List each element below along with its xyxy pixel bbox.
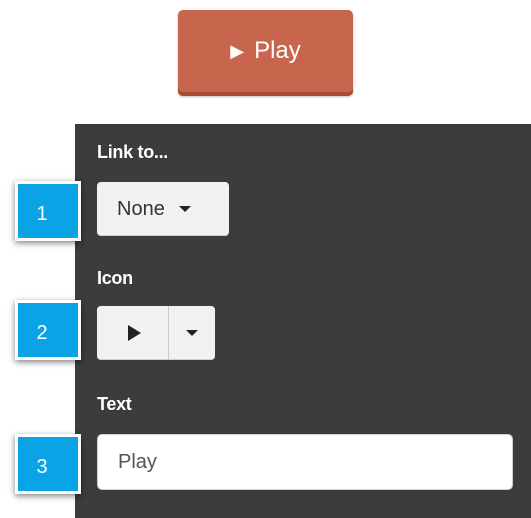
button-text-input[interactable] [97, 434, 513, 490]
chevron-down-icon [178, 206, 191, 212]
icon-picker-toggle[interactable] [169, 306, 215, 360]
callout-badge-3: 3 [15, 434, 81, 494]
preview-button-label: Play [254, 37, 301, 64]
icon-label: Icon [97, 268, 133, 288]
callout-badge-2: 2 [15, 300, 81, 360]
play-icon [128, 325, 141, 341]
link-to-dropdown[interactable]: None [97, 182, 229, 236]
link-to-selected: None [117, 197, 165, 220]
play-icon: ▶ [230, 40, 245, 61]
icon-picker-current[interactable] [97, 306, 169, 360]
chevron-down-icon [186, 330, 198, 336]
link-to-label: Link to... [97, 142, 168, 162]
text-label: Text [97, 394, 132, 414]
icon-picker[interactable] [97, 306, 215, 360]
callout-badge-1: 1 [15, 181, 81, 241]
preview-play-button[interactable]: ▶ Play [178, 10, 353, 96]
button-settings-panel: Link to... None Icon Text [75, 124, 531, 518]
